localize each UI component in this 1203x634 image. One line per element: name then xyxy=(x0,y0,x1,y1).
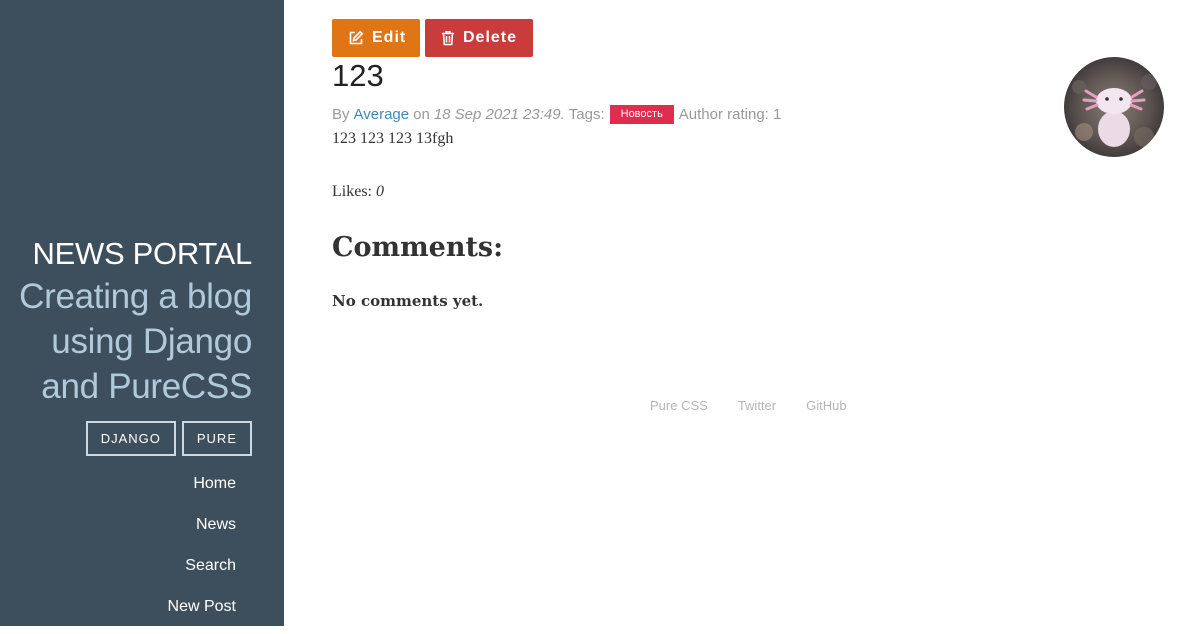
sidebar-nav: Home News Search New Post xyxy=(168,470,236,634)
comments-title: Comments: xyxy=(332,232,504,263)
post-likes: Likes: 0 xyxy=(332,183,384,201)
meta-tags-label: Tags: xyxy=(568,106,605,123)
pure-tag-button[interactable]: PURE xyxy=(181,421,252,456)
post-title: 123 xyxy=(332,58,384,93)
likes-count: 0 xyxy=(376,183,384,200)
meta-by-label: By xyxy=(332,106,350,123)
no-comments-text: No comments yet. xyxy=(332,292,484,310)
sidebar: NEWS PORTAL Creating a blog using Django… xyxy=(0,0,284,626)
post-tag[interactable]: Новость xyxy=(609,105,674,124)
trash-icon xyxy=(441,30,455,46)
edit-button[interactable]: Edit xyxy=(332,19,420,57)
meta-on-label: on xyxy=(413,106,430,123)
author-link[interactable]: Average xyxy=(354,106,410,123)
edit-button-label: Edit xyxy=(372,29,407,46)
django-tag-button[interactable]: DJANGO xyxy=(85,421,176,456)
post-body: 123 123 123 13fgh xyxy=(332,130,454,147)
author-rating: Author rating: 1 xyxy=(678,106,782,123)
footer-links: Pure CSS Twitter GitHub xyxy=(650,398,847,413)
nav-search-link[interactable]: Search xyxy=(168,552,236,593)
footer-purecss-link[interactable]: Pure CSS xyxy=(650,398,708,413)
post-actions: Edit Delete xyxy=(332,19,533,57)
post-date: 18 Sep 2021 23:49. xyxy=(433,106,565,123)
footer-github-link[interactable]: GitHub xyxy=(806,398,846,413)
delete-button[interactable]: Delete xyxy=(425,19,533,57)
author-avatar xyxy=(1064,57,1164,157)
nav-new-post-link[interactable]: New Post xyxy=(168,593,236,634)
site-tagline: Creating a blog using Django and PureCSS xyxy=(19,277,252,406)
post-meta: By Average on 18 Sep 2021 23:49. Tags: Н… xyxy=(332,105,781,124)
nav-home-link[interactable]: Home xyxy=(168,470,236,511)
delete-button-label: Delete xyxy=(463,29,518,46)
nav-news-link[interactable]: News xyxy=(168,511,236,552)
edit-icon xyxy=(348,30,364,46)
sidebar-tag-buttons: DJANGO PURE xyxy=(85,421,252,456)
footer-twitter-link[interactable]: Twitter xyxy=(738,398,776,413)
site-title: NEWS PORTAL xyxy=(32,236,253,271)
likes-label: Likes: xyxy=(332,183,372,200)
